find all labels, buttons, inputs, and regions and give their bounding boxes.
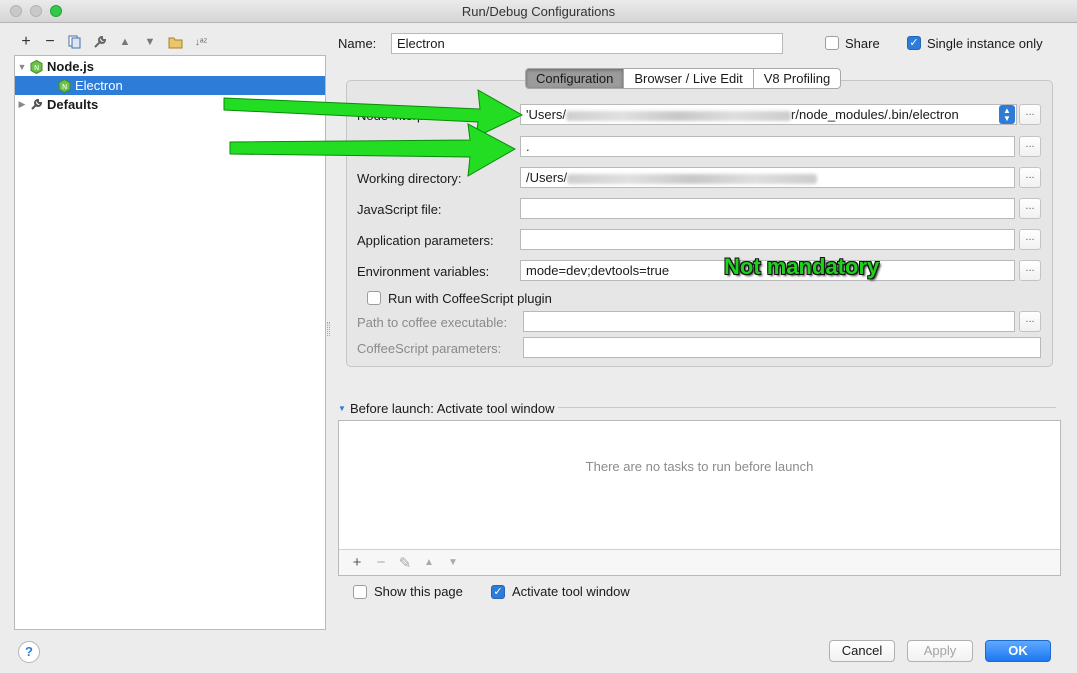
cancel-button[interactable]: Cancel: [829, 640, 895, 662]
not-mandatory-annotation: Not mandatory: [724, 254, 880, 279]
remove-task-icon[interactable]: −: [369, 554, 393, 571]
expand-triangle-icon[interactable]: ▼: [338, 404, 346, 413]
show-page-checkbox[interactable]: [353, 585, 367, 599]
before-launch-title[interactable]: Before launch: Activate tool window: [350, 401, 555, 416]
activate-tool-window-label: Activate tool window: [512, 584, 630, 599]
move-task-down-icon[interactable]: ▼: [441, 557, 465, 568]
section-divider: [558, 407, 1056, 408]
arrow-to-node-parameters: [229, 123, 517, 177]
apply-button[interactable]: Apply: [907, 640, 973, 662]
add-task-icon[interactable]: +: [345, 554, 369, 571]
show-page-label: Show this page: [374, 584, 463, 599]
ok-button[interactable]: OK: [985, 640, 1051, 662]
edit-task-icon[interactable]: ✎: [393, 554, 417, 572]
tasks-toolbar: + − ✎ ▲ ▼: [339, 549, 1060, 575]
move-task-up-icon[interactable]: ▲: [417, 557, 441, 568]
before-launch-task-list[interactable]: There are no tasks to run before launch …: [338, 420, 1061, 576]
empty-tasks-text: There are no tasks to run before launch: [585, 459, 814, 474]
activate-tool-window-checkbox[interactable]: ✓: [491, 585, 505, 599]
help-button[interactable]: ?: [18, 641, 40, 663]
